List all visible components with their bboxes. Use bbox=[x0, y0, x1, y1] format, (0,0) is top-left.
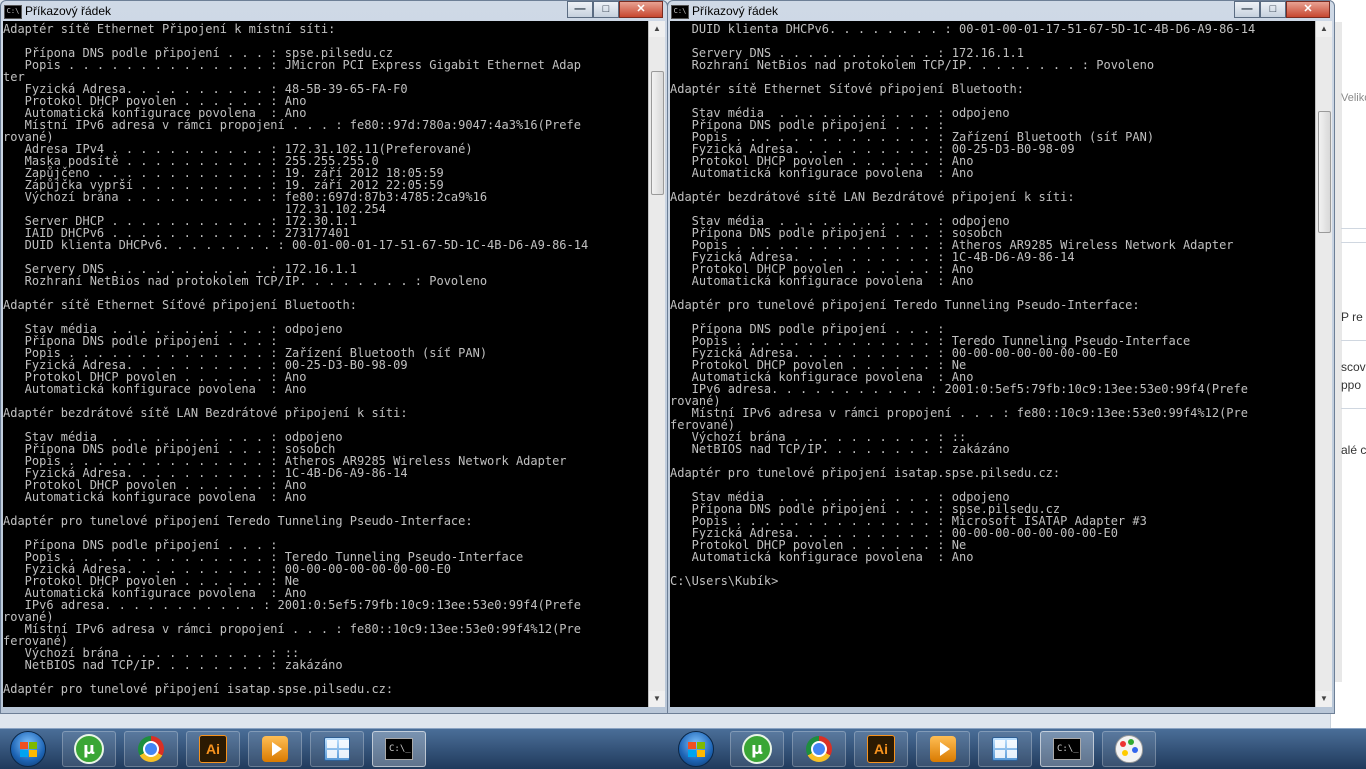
background-text-fragment: P re bbox=[1341, 310, 1363, 324]
taskbar-command-prompt[interactable]: C:\_ bbox=[372, 731, 426, 767]
console-output[interactable]: DUID klienta DHCPv6. . . . . . . . : 00-… bbox=[670, 21, 1316, 707]
scroll-up-arrow-icon[interactable]: ▲ bbox=[649, 21, 665, 37]
taskbar-media-player[interactable] bbox=[248, 731, 302, 767]
background-text-fragment: Veliko bbox=[1341, 92, 1366, 104]
start-button[interactable] bbox=[6, 731, 50, 767]
divider bbox=[1341, 340, 1366, 341]
media-player-icon bbox=[262, 736, 288, 762]
close-button[interactable]: ✕ bbox=[1286, 1, 1330, 18]
taskbar-paint[interactable] bbox=[1102, 731, 1156, 767]
window-title: Příkazový řádek bbox=[25, 4, 112, 18]
command-prompt-icon: C:\_ bbox=[385, 738, 413, 760]
console-text: Adaptér sítě Ethernet Připojení k místní… bbox=[3, 22, 589, 696]
maximize-button[interactable]: □ bbox=[1260, 1, 1286, 18]
taskbar-control-panel[interactable] bbox=[978, 731, 1032, 767]
title-bar[interactable]: C:\ Příkazový řádek — □ ✕ bbox=[668, 1, 1334, 21]
taskbar-media-player[interactable] bbox=[916, 731, 970, 767]
taskbar-illustrator[interactable]: Ai bbox=[186, 731, 240, 767]
chrome-icon bbox=[806, 736, 832, 762]
scroll-down-arrow-icon[interactable]: ▼ bbox=[649, 691, 665, 707]
scrollbar-thumb[interactable] bbox=[1318, 111, 1331, 233]
taskbar: µ Ai C:\_ µ Ai C:\_ bbox=[0, 728, 1366, 769]
windows-logo-icon bbox=[19, 741, 37, 757]
console-icon[interactable]: C:\ bbox=[4, 5, 22, 19]
control-panel-icon bbox=[324, 737, 350, 761]
background-text-fragment: alé c bbox=[1341, 443, 1366, 457]
minimize-button[interactable]: — bbox=[1234, 1, 1260, 18]
illustrator-icon: Ai bbox=[199, 735, 227, 763]
background-text-fragment: ppo bbox=[1341, 378, 1362, 392]
taskbar-chrome[interactable] bbox=[792, 731, 846, 767]
vertical-scrollbar[interactable]: ▲ ▼ bbox=[648, 21, 665, 707]
scroll-down-arrow-icon[interactable]: ▼ bbox=[1316, 691, 1332, 707]
taskbar-command-prompt[interactable]: C:\_ bbox=[1040, 731, 1094, 767]
command-prompt-icon: C:\_ bbox=[1053, 738, 1081, 760]
title-bar[interactable]: C:\ Příkazový řádek — □ ✕ bbox=[1, 1, 667, 21]
console-text: DUID klienta DHCPv6. . . . . . . . : 00-… bbox=[670, 22, 1256, 588]
taskbar-illustrator[interactable]: Ai bbox=[854, 731, 908, 767]
illustrator-icon: Ai bbox=[867, 735, 895, 763]
minimize-button[interactable]: — bbox=[567, 1, 593, 18]
taskbar-utorrent[interactable]: µ bbox=[62, 731, 116, 767]
divider bbox=[1341, 242, 1366, 243]
taskbar-utorrent[interactable]: µ bbox=[730, 731, 784, 767]
scroll-up-arrow-icon[interactable]: ▲ bbox=[1316, 21, 1332, 37]
background-text-fragment: scov bbox=[1341, 360, 1366, 374]
paint-icon bbox=[1115, 735, 1143, 763]
control-panel-icon bbox=[992, 737, 1018, 761]
utorrent-icon: µ bbox=[742, 734, 772, 764]
taskbar-chrome[interactable] bbox=[124, 731, 178, 767]
utorrent-icon: µ bbox=[74, 734, 104, 764]
start-button[interactable] bbox=[674, 731, 718, 767]
vertical-scrollbar[interactable]: ▲ ▼ bbox=[1315, 21, 1332, 707]
chrome-icon bbox=[138, 736, 164, 762]
divider bbox=[1341, 408, 1366, 409]
maximize-button[interactable]: □ bbox=[593, 1, 619, 18]
windows-logo-icon bbox=[687, 741, 705, 757]
background-app-window: Veliko P re scov ppo alé c bbox=[1330, 0, 1366, 728]
console-icon[interactable]: C:\ bbox=[671, 5, 689, 19]
divider bbox=[1341, 228, 1366, 229]
scrollbar-thumb[interactable] bbox=[651, 71, 664, 195]
window-title: Příkazový řádek bbox=[692, 4, 779, 18]
console-output[interactable]: Adaptér sítě Ethernet Připojení k místní… bbox=[3, 21, 649, 707]
command-prompt-window-right: C:\ Příkazový řádek — □ ✕ DUID klienta D… bbox=[667, 0, 1335, 714]
command-prompt-window-left: C:\ Příkazový řádek — □ ✕ Adaptér sítě E… bbox=[0, 0, 668, 714]
close-button[interactable]: ✕ bbox=[619, 1, 663, 18]
media-player-icon bbox=[930, 736, 956, 762]
taskbar-control-panel[interactable] bbox=[310, 731, 364, 767]
